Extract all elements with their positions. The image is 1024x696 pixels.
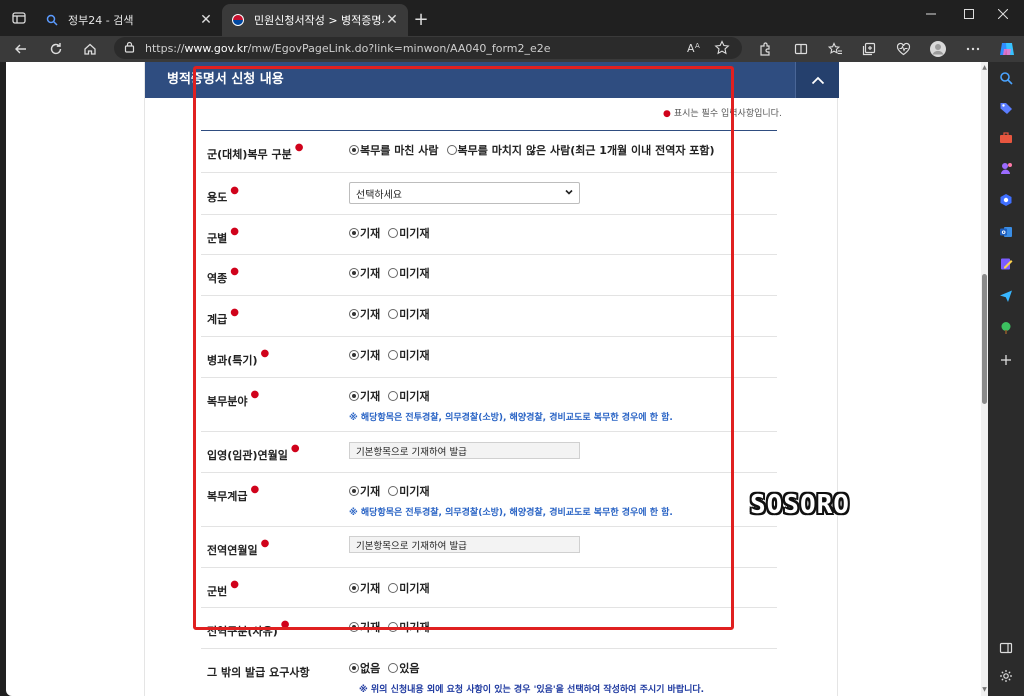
page-scrollbar[interactable]: ▲ ▼ xyxy=(981,62,988,696)
collapse-button[interactable] xyxy=(795,62,839,98)
refresh-icon[interactable] xyxy=(43,36,69,62)
scroll-down-icon[interactable]: ▼ xyxy=(981,686,988,694)
url-text: https://www.gov.kr/mw/EgovPageLink.do?li… xyxy=(145,42,551,55)
add-sidebar-app-icon[interactable] xyxy=(996,350,1016,370)
search-icon[interactable] xyxy=(996,68,1016,88)
radio-yes[interactable]: 있음 xyxy=(388,660,420,676)
radio-label: 없음 xyxy=(360,662,381,675)
tools-briefcase-icon[interactable] xyxy=(996,128,1016,148)
split-screen-icon[interactable] xyxy=(788,36,814,62)
url-path: /mw/EgovPageLink.do?link=minwon/AA040_fo… xyxy=(247,41,551,55)
settings-gear-icon[interactable] xyxy=(996,666,1016,686)
url-domain: www.gov.kr xyxy=(184,41,248,55)
watermark: SOSORO xyxy=(750,490,850,520)
scroll-up-icon[interactable]: ▲ xyxy=(981,64,988,72)
profile-avatar[interactable] xyxy=(925,36,951,62)
radio-unchecked-icon xyxy=(388,663,399,673)
favorites-icon[interactable] xyxy=(822,36,848,62)
more-menu-icon[interactable] xyxy=(960,36,986,62)
highlight-box xyxy=(193,66,734,630)
drop-notes-icon[interactable] xyxy=(996,254,1016,274)
games-icon[interactable] xyxy=(996,158,1016,178)
tab-bar: 정부24 - 검색 ✕ 민원신청서작성 > 병적증명서 발 ✕ + xyxy=(0,0,1024,36)
tab-search[interactable]: 정부24 - 검색 ✕ xyxy=(36,4,222,36)
browser-toolbar: https://www.gov.kr/mw/EgovPageLink.do?li… xyxy=(0,36,1024,62)
collections-icon[interactable] xyxy=(856,36,882,62)
tree-icon[interactable] xyxy=(996,318,1016,338)
lock-icon[interactable] xyxy=(124,41,135,56)
read-aloud-icon[interactable]: AA xyxy=(686,40,702,59)
form-row-other-requests: 그 밖의 발급 요구사항 없음 있음 ※ 위의 신청내용 외에 요청 사항이 있… xyxy=(201,649,777,696)
svg-text:o: o xyxy=(1002,229,1006,236)
close-window-icon[interactable] xyxy=(980,0,1024,28)
label-text: 그 밖의 발급 요구사항 xyxy=(207,666,310,679)
browser-essentials-icon[interactable] xyxy=(890,36,916,62)
tab-title: 민원신청서작성 > 병적증명서 발 xyxy=(254,14,384,27)
back-arrow-icon[interactable] xyxy=(8,36,34,62)
close-tab-icon[interactable]: ✕ xyxy=(384,12,400,28)
radio-label: 있음 xyxy=(399,662,420,675)
scrollbar-thumb[interactable] xyxy=(982,274,987,404)
search-favicon-icon xyxy=(44,12,60,28)
close-tab-icon[interactable]: ✕ xyxy=(198,12,214,28)
radio-none[interactable]: 없음 xyxy=(349,660,380,676)
address-bar[interactable]: https://www.gov.kr/mw/EgovPageLink.do?li… xyxy=(114,37,742,59)
send-icon[interactable] xyxy=(996,286,1016,306)
url-prefix: https:// xyxy=(145,41,185,55)
hide-sidebar-icon[interactable] xyxy=(996,638,1016,658)
field-note: ※ 위의 신청내용 외에 요청 사항이 있는 경우 '있음'을 선택하여 작성하… xyxy=(359,685,705,695)
outlook-icon[interactable]: o xyxy=(996,222,1016,242)
home-icon[interactable] xyxy=(77,36,103,62)
favorite-star-icon[interactable] xyxy=(714,40,730,59)
svg-text:A: A xyxy=(695,42,700,50)
copilot-icon[interactable] xyxy=(994,36,1020,62)
row-label: 그 밖의 발급 요구사항 xyxy=(207,664,310,680)
new-tab-button[interactable]: + xyxy=(410,8,432,30)
radio-group: 없음 있음 xyxy=(349,660,428,676)
tab-application-form[interactable]: 민원신청서작성 > 병적증명서 발 ✕ xyxy=(222,4,408,36)
copilot-sidebar-icon[interactable] xyxy=(996,190,1016,210)
svg-text:A: A xyxy=(687,42,695,55)
gov-emblem-icon xyxy=(230,12,246,28)
edge-sidebar: o xyxy=(988,62,1024,696)
tab-title: 정부24 - 검색 xyxy=(68,14,134,27)
shopping-tag-icon[interactable] xyxy=(996,98,1016,118)
chevron-up-icon xyxy=(811,76,824,84)
tab-actions-icon[interactable] xyxy=(7,6,31,30)
radio-checked-icon xyxy=(349,663,359,673)
extensions-icon[interactable] xyxy=(752,36,778,62)
